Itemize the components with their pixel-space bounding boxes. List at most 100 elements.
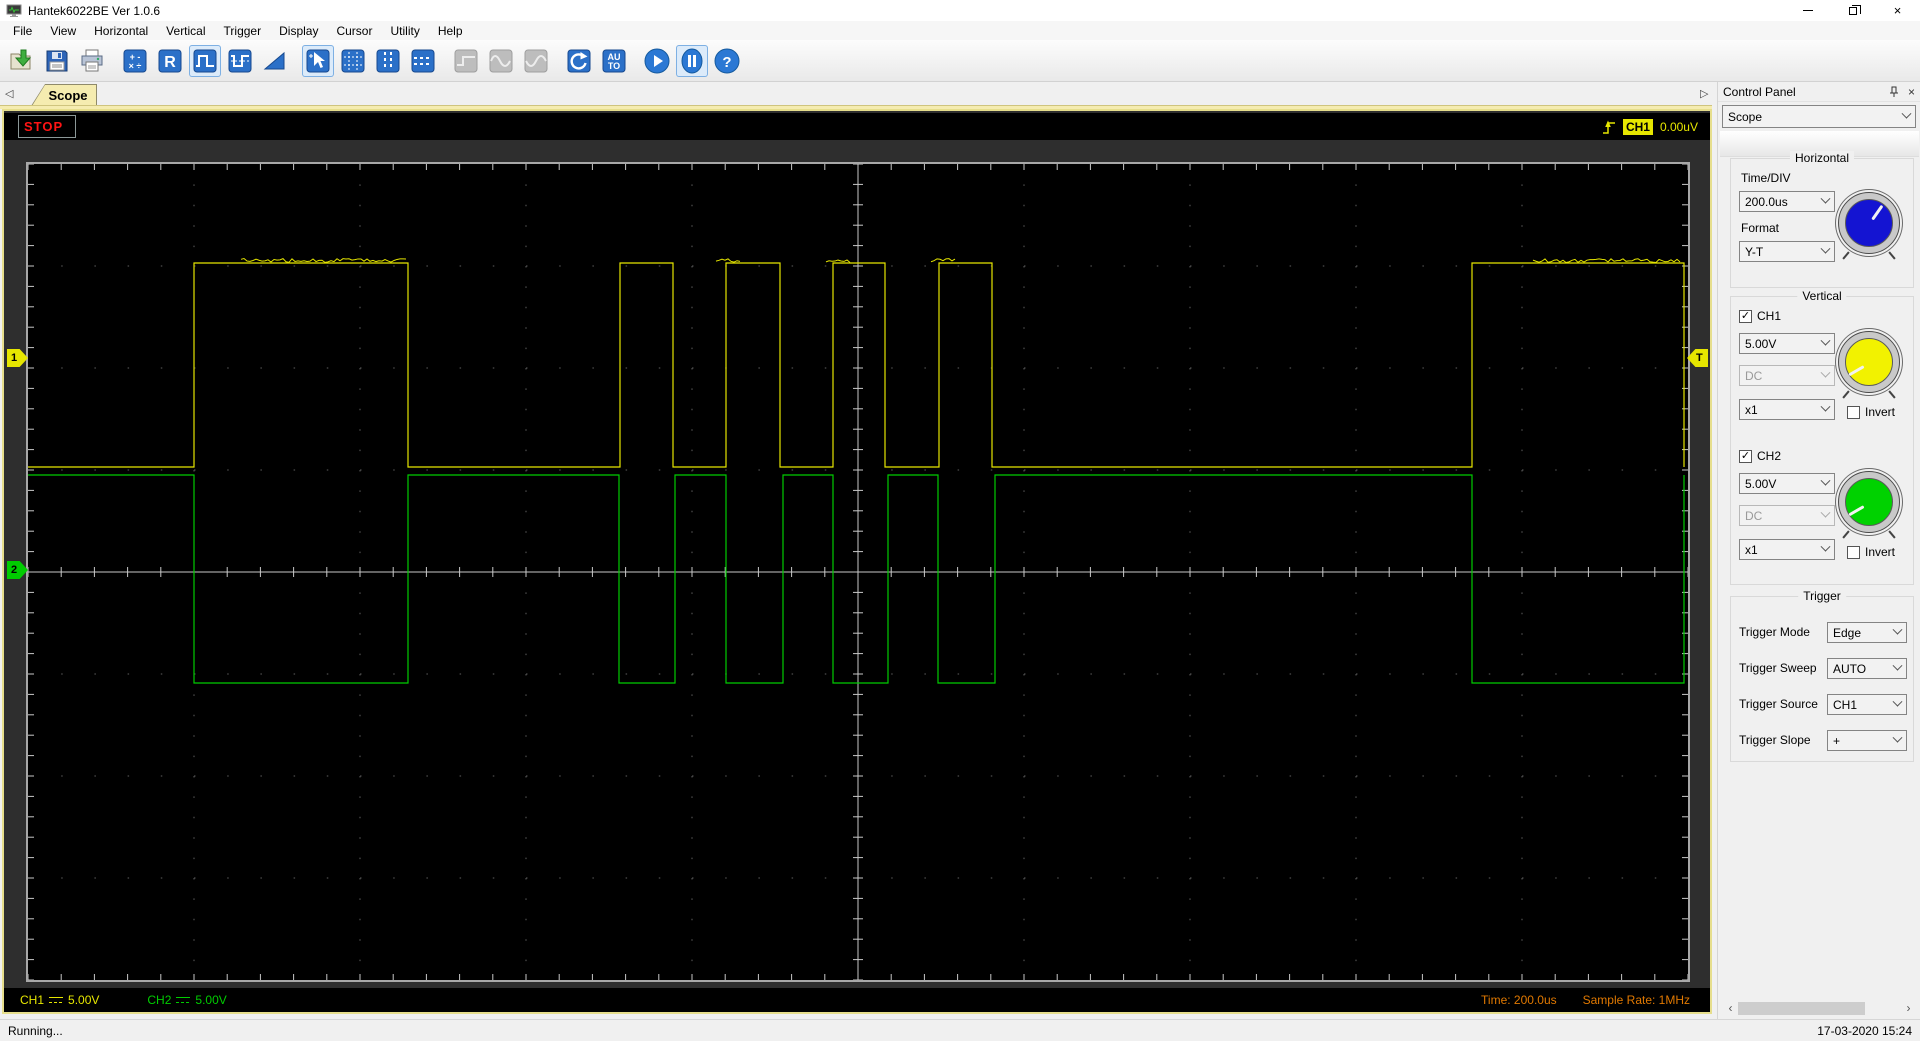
restore-button[interactable] [1830, 0, 1875, 21]
reference-r-icon: R [158, 49, 182, 72]
ch2-coupling-select: DC [1739, 505, 1835, 526]
vertical-cursors-icon [376, 49, 400, 72]
ramp-button[interactable] [259, 45, 291, 77]
ch2-invert-checkbox[interactable]: Invert [1847, 545, 1895, 559]
checkbox-checked-icon: ✓ [1739, 449, 1752, 463]
checkbox-unchecked-icon [1847, 405, 1860, 419]
tab-scope[interactable]: Scope [31, 84, 97, 106]
math-button[interactable]: + - × ÷ [119, 45, 151, 77]
trigger-source-select[interactable]: CH1 [1827, 694, 1907, 715]
trigger-source-label: Trigger Source [1739, 697, 1818, 711]
cursor-vertical-button[interactable] [372, 45, 404, 77]
trigger-slope-select[interactable]: + [1827, 730, 1907, 751]
pin-icon[interactable] [1889, 86, 1899, 98]
control-panel-header: Control Panel × [1718, 82, 1920, 102]
panel-mode-value: Scope [1728, 109, 1763, 124]
chevron-down-icon [1901, 108, 1912, 119]
menu-cursor[interactable]: Cursor [327, 22, 381, 40]
ch2-enable-checkbox[interactable]: ✓ CH2 [1739, 449, 1781, 463]
autoset-button[interactable]: AU TO [598, 45, 630, 77]
waveform-average-button[interactable] [224, 45, 256, 77]
scroll-right-icon[interactable]: › [1901, 1001, 1916, 1016]
ch2-position-marker[interactable]: 2 [7, 561, 28, 579]
reference-button[interactable]: R [154, 45, 186, 77]
ch1-readout-label: CH1 [20, 993, 45, 1007]
ch2-volts-select[interactable]: 5.00V [1739, 473, 1835, 494]
ch1-invert-checkbox[interactable]: Invert [1847, 405, 1895, 419]
sine2-disabled-button [520, 45, 552, 77]
chevron-down-icon [1892, 696, 1903, 707]
checkbox-checked-icon: ✓ [1739, 309, 1752, 323]
menu-display[interactable]: Display [270, 22, 327, 40]
ch2-probe-select[interactable]: x1 [1739, 539, 1835, 560]
chevron-down-icon [1820, 507, 1831, 518]
pause-button[interactable] [676, 44, 708, 77]
save-button[interactable] [41, 45, 73, 77]
menu-vertical[interactable]: Vertical [157, 22, 214, 40]
scroll-left-icon[interactable]: ‹ [1723, 1001, 1738, 1016]
horizontal-position-knob[interactable] [1835, 189, 1903, 260]
ch1-enable-checkbox[interactable]: ✓ CH1 [1739, 309, 1781, 323]
waveform-normal-button[interactable] [189, 44, 221, 77]
menu-utility[interactable]: Utility [381, 22, 428, 40]
control-panel: Control Panel × Scope Horizontal Time/DI… [1717, 82, 1920, 1019]
cursor-cross-button[interactable] [337, 45, 369, 77]
trigger-mode-value: Edge [1833, 625, 1862, 640]
control-panel-title: Control Panel [1723, 84, 1796, 99]
trigger-sweep-select[interactable]: AUTO [1827, 658, 1907, 679]
scrollbar-track[interactable] [1738, 1001, 1901, 1016]
dc-coupling-icon [176, 996, 191, 1004]
panel-mode-select[interactable]: Scope [1722, 105, 1916, 128]
menu-view[interactable]: View [41, 22, 85, 40]
chevron-down-icon [1892, 660, 1903, 671]
start-button[interactable] [641, 45, 673, 77]
ch1-coupling-select: DC [1739, 365, 1835, 386]
tab-scroll-right-icon[interactable]: ▷ [1700, 87, 1708, 100]
ch1-position-marker[interactable]: 1 [7, 349, 28, 367]
menu-horizontal[interactable]: Horizontal [85, 22, 157, 40]
print-button[interactable] [76, 45, 108, 77]
refresh-button[interactable] [563, 45, 595, 77]
svg-text:TO: TO [608, 61, 620, 71]
scope-panel: STOP CH1 0.00uV 1 2 T CH1 5.00V CH2 5.00… [2, 109, 1712, 1014]
dc-coupling-icon [49, 996, 64, 1004]
ch2-coupling-value: DC [1745, 508, 1763, 523]
vertical-group-title: Vertical [1797, 289, 1847, 303]
square-wave-avg-icon [228, 49, 252, 72]
menu-help[interactable]: Help [429, 22, 472, 40]
cursor-pointer-button[interactable] [302, 44, 334, 77]
horizontal-group: Horizontal Time/DIV 200.0us Format Y-T [1730, 151, 1914, 288]
app-icon [6, 4, 22, 18]
timediv-select[interactable]: 200.0us [1739, 191, 1835, 212]
menu-trigger[interactable]: Trigger [215, 22, 271, 40]
svg-text:R: R [164, 54, 176, 71]
ch2-readout-volts: 5.00V [195, 993, 227, 1007]
cursor-horizontal-button[interactable] [407, 45, 439, 77]
trigger-mode-select[interactable]: Edge [1827, 622, 1907, 643]
ch1-position-knob[interactable] [1835, 328, 1903, 399]
ch1-volts-select[interactable]: 5.00V [1739, 333, 1835, 354]
rising-edge-trigger-icon [1602, 120, 1615, 134]
ch1-scale-readout: CH1 5.00V [20, 993, 99, 1007]
title-bar: Hantek6022BE Ver 1.0.6 × [0, 0, 1920, 21]
trigger-level-marker[interactable]: T [1687, 349, 1708, 367]
trigger-source-value: CH1 [1833, 697, 1858, 712]
format-select[interactable]: Y-T [1739, 241, 1835, 262]
trigger-sweep-value: AUTO [1833, 661, 1867, 676]
open-button[interactable] [6, 45, 38, 77]
ch2-position-knob[interactable] [1835, 468, 1903, 539]
toolbar: + - × ÷ R AU TO ? [0, 40, 1920, 82]
tab-scroll-left-icon[interactable]: ◁ [5, 87, 13, 100]
control-panel-close-icon[interactable]: × [1908, 85, 1915, 99]
ch1-coupling-value: DC [1745, 368, 1763, 383]
ch1-probe-select[interactable]: x1 [1739, 399, 1835, 420]
trigger-group: Trigger Trigger Mode Edge Trigger Sweep … [1730, 589, 1914, 762]
scrollbar-thumb[interactable] [1738, 1002, 1866, 1015]
close-button[interactable]: × [1875, 0, 1920, 21]
menu-file[interactable]: File [4, 22, 41, 40]
menu-bar: File View Horizontal Vertical Trigger Di… [0, 21, 1920, 40]
help-button[interactable]: ? [711, 45, 743, 77]
trigger-slope-value: + [1833, 733, 1841, 748]
minimize-button[interactable] [1785, 0, 1830, 21]
panel-horizontal-scrollbar[interactable]: ‹ › [1723, 1001, 1916, 1016]
